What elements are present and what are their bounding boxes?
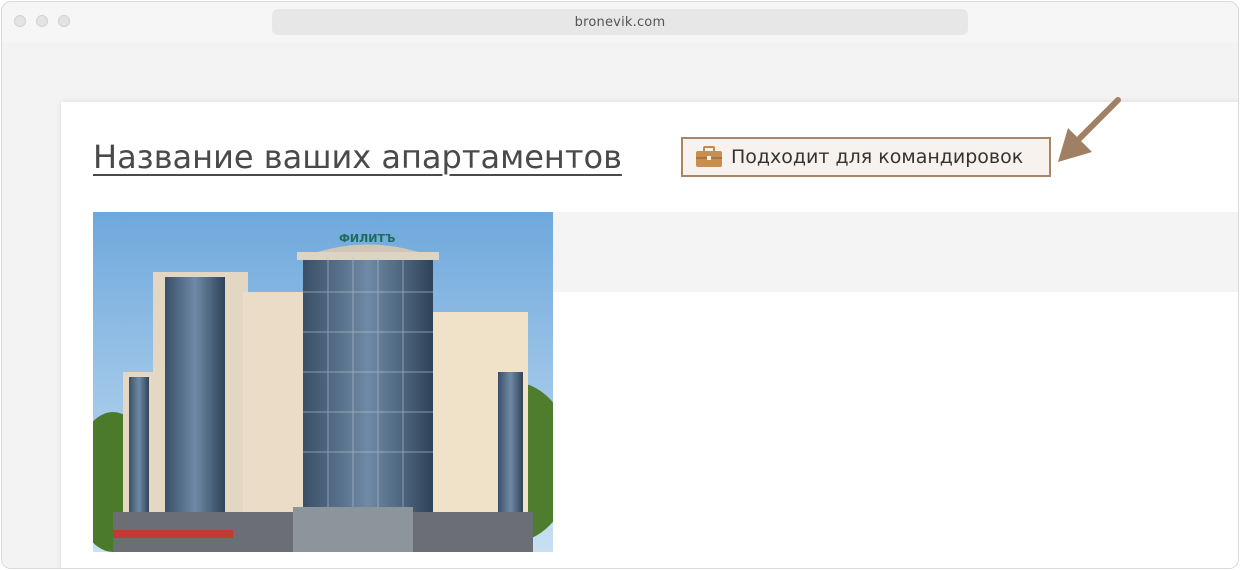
page-viewport: Название ваших апартаментов Подходит для… (2, 42, 1238, 568)
close-window-button[interactable] (14, 15, 26, 27)
browser-window: bronevik.com Название ваших апартаментов… (1, 1, 1239, 569)
business-trip-badge: Подходит для командировок (681, 137, 1051, 177)
svg-text:ФИЛИТЪ: ФИЛИТЪ (339, 232, 395, 245)
maximize-window-button[interactable] (58, 15, 70, 27)
details-panel (553, 212, 1238, 292)
apartment-photo[interactable]: ФИЛИТЪ (93, 212, 553, 552)
pointer-arrow-icon (1058, 97, 1121, 162)
listing-card: Название ваших апартаментов Подходит для… (61, 102, 1238, 568)
address-bar[interactable]: bronevik.com (272, 9, 968, 35)
minimize-window-button[interactable] (36, 15, 48, 27)
apartment-title-link[interactable]: Название ваших апартаментов (93, 138, 622, 176)
browser-titlebar: bronevik.com (2, 2, 1238, 42)
briefcase-icon (695, 146, 723, 168)
badge-label: Подходит для командировок (731, 146, 1024, 168)
